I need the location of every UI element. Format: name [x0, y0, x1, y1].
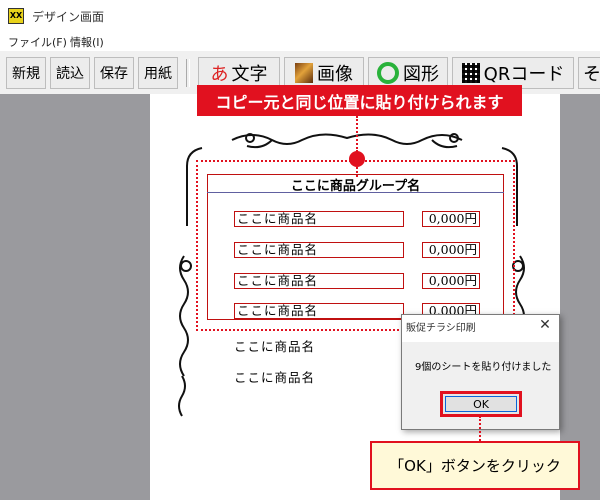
text-button-label: 文字 [231, 64, 268, 85]
save-button-label: 保存 [100, 66, 128, 82]
ok-button-highlight: OK [440, 391, 522, 417]
new-button-label: 新規 [12, 66, 40, 82]
qr-code-icon [461, 63, 480, 83]
save-button[interactable]: 保存 [94, 57, 134, 89]
app-icon: XX [8, 8, 24, 24]
menu-info[interactable]: 情報(I) [70, 34, 104, 50]
paper-button-label: 用紙 [144, 66, 172, 82]
qr-code-button-label: QRコード [483, 64, 565, 85]
other-button[interactable]: そ [578, 57, 600, 89]
product-name-6[interactable]: ここに商品名 [234, 367, 315, 386]
other-button-label: そ [583, 64, 600, 85]
dialog-title: 販促チラシ印刷 [406, 323, 476, 334]
ok-button[interactable]: OK [445, 396, 517, 412]
dialog-message: 9個のシートを貼り付けました [415, 362, 552, 373]
toolbar-separator [186, 59, 190, 87]
circle-shape-icon [377, 62, 399, 84]
ok-callout-pointer-line [479, 416, 481, 441]
paste-result-dialog: 販促チラシ印刷 ✕ 9個のシートを貼り付けました OK [401, 314, 560, 430]
paste-position-callout: コピー元と同じ位置に貼り付けられます [197, 85, 522, 116]
product-name-5[interactable]: ここに商品名 [234, 336, 315, 355]
menu-file[interactable]: ファイル(F) [8, 34, 67, 50]
new-button[interactable]: 新規 [6, 57, 46, 89]
load-button-label: 読込 [56, 66, 84, 82]
pasted-selection-outline [196, 160, 515, 331]
hiragana-a-icon: あ [210, 64, 229, 85]
image-button-label: 画像 [317, 64, 353, 85]
close-icon[interactable]: ✕ [537, 317, 553, 333]
window-title: デザイン画面 [32, 10, 105, 24]
image-icon [295, 63, 313, 83]
click-ok-callout: 「OK」ボタンをクリック [370, 441, 580, 490]
title-bar: XX デザイン画面 [0, 0, 600, 31]
paper-button[interactable]: 用紙 [138, 57, 178, 89]
menu-bar: ファイル(F) 情報(I) [0, 31, 600, 51]
load-button[interactable]: 読込 [50, 57, 90, 89]
shape-button-label: 図形 [403, 64, 439, 85]
callout-pointer-line [356, 116, 358, 152]
